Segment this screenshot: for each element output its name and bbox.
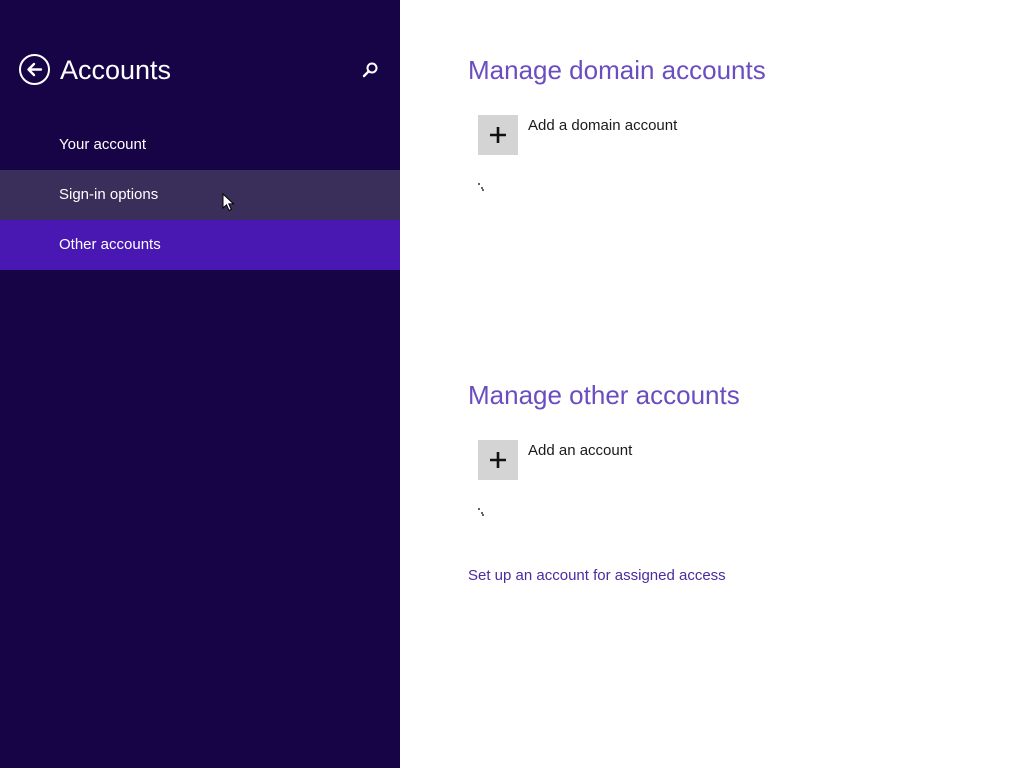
assigned-access-link[interactable]: Set up an account for assigned access [468, 567, 726, 585]
other-accounts-heading: Manage other accounts [468, 380, 740, 410]
loading-spinner-icon [478, 508, 486, 516]
plus-icon [490, 127, 506, 143]
main-content: Manage domain accounts Add a domain acco… [400, 0, 1024, 768]
sidebar-nav: Your account Sign-in options Other accou… [0, 120, 400, 270]
sidebar-item-label: Sign-in options [59, 186, 159, 203]
add-tile [478, 115, 518, 155]
loading-spinner-icon [478, 183, 486, 191]
back-arrow-icon [27, 62, 43, 77]
settings-window: Accounts Your account Sign-in options Ot… [0, 0, 1024, 768]
back-button[interactable] [19, 54, 50, 85]
add-domain-account-label: Add a domain account [528, 117, 678, 134]
add-tile [478, 440, 518, 480]
page-title: Accounts [60, 55, 172, 85]
sidebar-item-your-account[interactable]: Your account [0, 120, 400, 170]
search-icon [362, 62, 378, 78]
sidebar-item-other-accounts[interactable]: Other accounts [0, 220, 400, 270]
search-button[interactable] [360, 60, 380, 80]
add-account-label: Add an account [528, 442, 633, 459]
domain-accounts-heading: Manage domain accounts [468, 55, 766, 85]
sidebar-item-sign-in-options[interactable]: Sign-in options [0, 170, 400, 220]
sidebar-item-label: Other accounts [59, 236, 161, 253]
sidebar: Accounts Your account Sign-in options Ot… [0, 0, 400, 768]
plus-icon [490, 452, 506, 468]
sidebar-item-label: Your account [59, 136, 147, 153]
